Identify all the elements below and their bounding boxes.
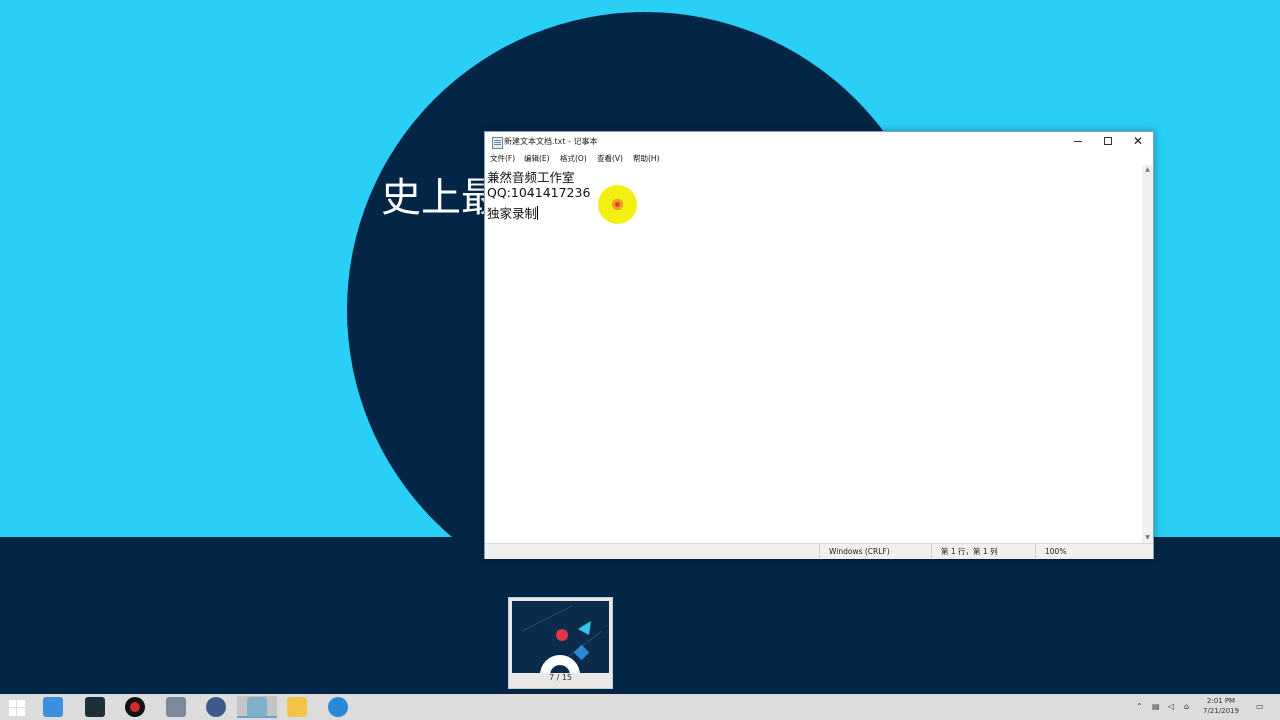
notepad-window[interactable]: 新建文本文档.txt - 记事本 ✕ 文件(F) 编辑(E) 格式(O) 查看(… — [484, 131, 1154, 559]
status-zoom: 100% — [1035, 544, 1153, 559]
editor-line-last: 独家录制 — [487, 203, 539, 222]
k-app-icon — [328, 697, 348, 717]
taskbar-app-drop[interactable] — [75, 696, 115, 718]
menu-help[interactable]: 帮助(H) — [633, 153, 660, 164]
drop-app-icon — [85, 697, 105, 717]
tray-overflow-icon[interactable]: ⌃ — [1136, 694, 1143, 720]
menu-file[interactable]: 文件(F) — [490, 153, 515, 164]
volume-icon[interactable]: ◁ — [1168, 694, 1174, 720]
editor-line: QQ:1041417236 — [487, 185, 591, 200]
arrow-app-icon — [206, 697, 226, 717]
taskbar-app-notepad[interactable] — [237, 696, 277, 718]
slide-thumbnail-image — [512, 601, 609, 673]
menu-edit[interactable]: 编辑(E) — [524, 153, 550, 164]
slide-preview-graphic — [512, 601, 609, 673]
close-icon: ✕ — [1132, 134, 1144, 148]
clock-time: 2:01 PM — [1206, 697, 1236, 705]
status-position: 第 1 行，第 1 列 — [931, 544, 1035, 559]
vertical-scrollbar[interactable]: ▲ ▼ — [1142, 165, 1153, 543]
folder-icon — [287, 697, 307, 717]
taskbar-app-k[interactable] — [318, 696, 358, 718]
maximize-button[interactable] — [1093, 132, 1123, 151]
clock-date: 7/21/2019 — [1203, 707, 1239, 715]
slide-counter: 7 / 15 — [548, 673, 573, 682]
taskbar-app-arrow[interactable] — [196, 696, 236, 718]
input-method-icon[interactable]: ⌂ — [1184, 694, 1189, 720]
network-icon[interactable]: ▤ — [1152, 694, 1160, 720]
cursor-highlight — [598, 185, 637, 224]
pen-app-icon — [166, 697, 186, 717]
menu-view[interactable]: 查看(V) — [597, 153, 623, 164]
text-caret — [537, 206, 539, 220]
minimize-button[interactable] — [1063, 132, 1093, 151]
taskbar-app-record[interactable] — [115, 696, 155, 718]
taskbar: ⌃ ▤ ◁ ⌂ 2:01 PM 7/21/2019 ▭ — [0, 694, 1280, 720]
cursor-dot — [612, 199, 623, 210]
maximize-icon — [1104, 137, 1112, 145]
status-encoding: Windows (CRLF) — [819, 544, 929, 559]
notepad-icon — [247, 697, 267, 717]
minimize-icon — [1074, 141, 1082, 142]
slide-title: 史上最 — [381, 175, 501, 221]
title-bar[interactable]: 新建文本文档.txt - 记事本 ✕ — [485, 132, 1153, 151]
menu-format[interactable]: 格式(O) — [560, 153, 587, 164]
scroll-up-icon[interactable]: ▲ — [1142, 165, 1153, 175]
scroll-down-icon[interactable]: ▼ — [1142, 533, 1153, 543]
desktop: 史上最 新建文本文档.txt - 记事本 ✕ 文件(F) 编辑(E) 格式(O)… — [0, 0, 1280, 694]
taskbar-app-u[interactable] — [33, 696, 73, 718]
menu-bar: 文件(F) 编辑(E) 格式(O) 查看(V) 帮助(H) — [485, 151, 1153, 165]
u-app-icon — [43, 697, 63, 717]
editor-line-text: 独家录制 — [487, 206, 538, 221]
status-bar: Windows (CRLF) 第 1 行，第 1 列 100% — [485, 543, 1153, 559]
slide-thumbnail[interactable]: 7 / 15 — [508, 597, 613, 689]
text-editor[interactable]: 兼然音频工作室 QQ:1041417236 独家录制 — [485, 165, 1142, 543]
notepad-app-icon — [492, 137, 503, 149]
taskbar-app-pen[interactable] — [156, 696, 196, 718]
record-icon — [125, 697, 145, 717]
taskbar-app-folder[interactable] — [277, 696, 317, 718]
taskbar-clock[interactable]: 2:01 PM 7/21/2019 — [1198, 696, 1244, 716]
editor-line: 兼然音频工作室 — [487, 170, 575, 185]
notification-icon[interactable]: ▭ — [1256, 694, 1264, 720]
windows-start-icon — [9, 700, 25, 716]
window-title: 新建文本文档.txt - 记事本 — [504, 137, 598, 146]
close-button[interactable]: ✕ — [1123, 132, 1153, 151]
